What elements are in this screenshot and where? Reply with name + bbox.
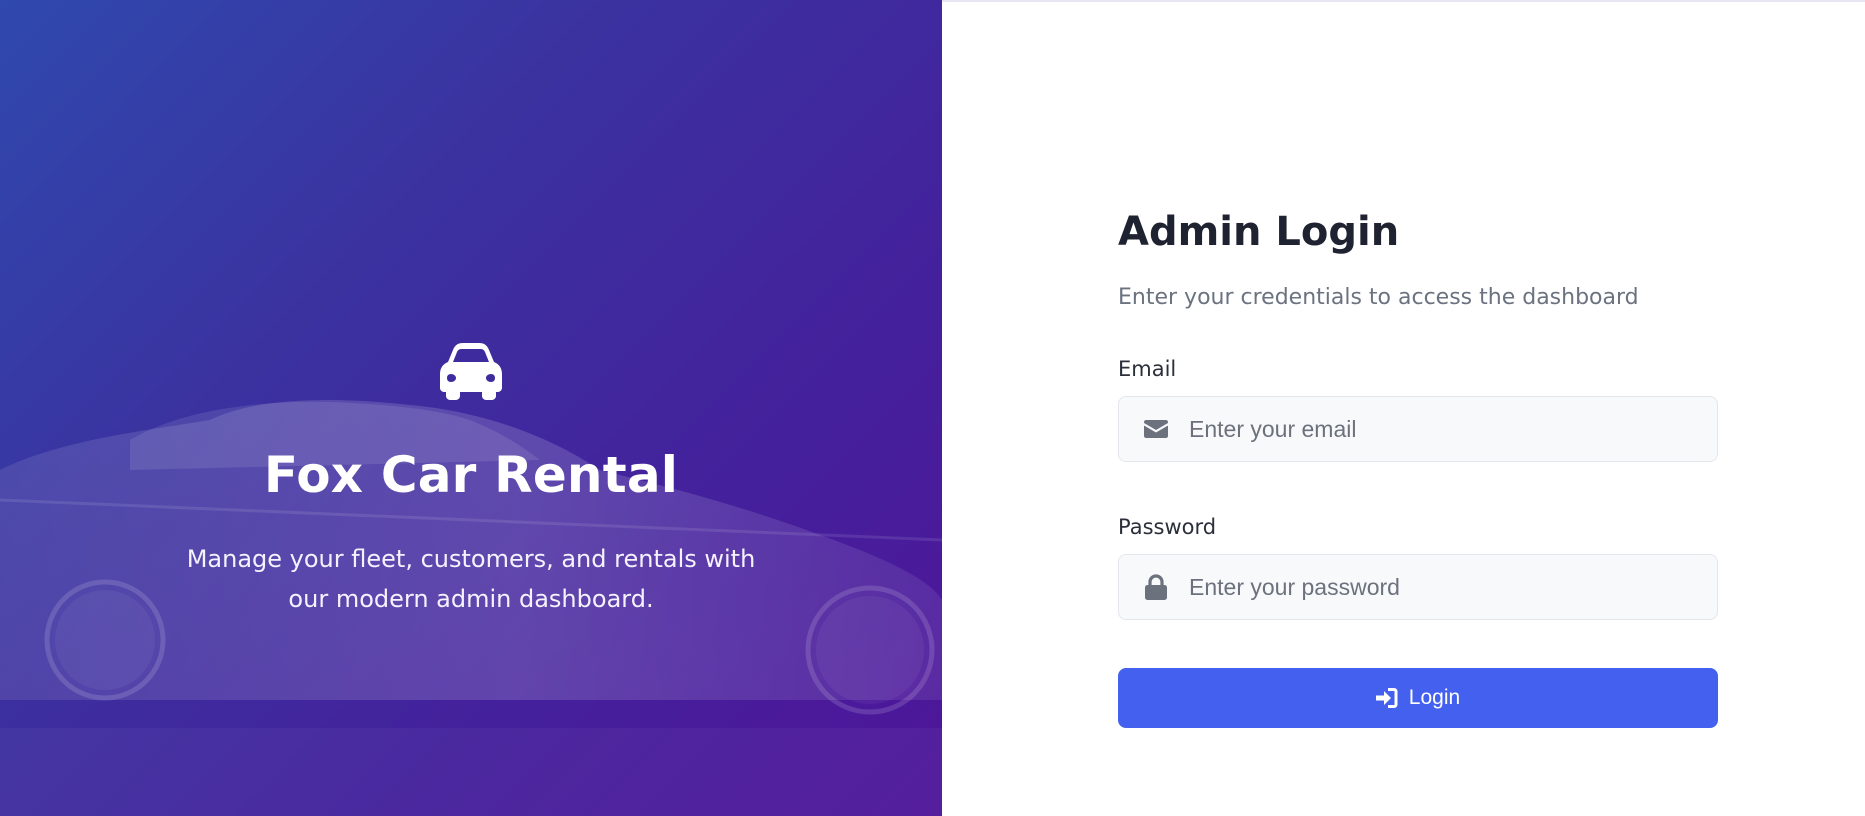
login-button[interactable]: Login <box>1118 668 1718 728</box>
lock-icon <box>1143 574 1169 600</box>
hero-content: Fox Car Rental Manage your fleet, custom… <box>0 0 942 816</box>
login-subtitle: Enter your credentials to access the das… <box>1118 285 1639 310</box>
password-field-group: Password <box>1118 512 1718 620</box>
login-form: Admin Login Enter your credentials to ac… <box>1118 204 1718 728</box>
envelope-icon <box>1143 416 1169 442</box>
top-divider <box>942 0 1865 2</box>
email-input[interactable] <box>1189 399 1709 459</box>
login-panel: Admin Login Enter your credentials to ac… <box>942 0 1865 816</box>
login-page: Fox Car Rental Manage your fleet, custom… <box>0 0 1865 816</box>
email-label: Email <box>1118 357 1177 381</box>
hero-panel: Fox Car Rental Manage your fleet, custom… <box>0 0 942 816</box>
login-title: Admin Login <box>1118 209 1400 255</box>
login-button-label: Login <box>1408 686 1461 709</box>
car-icon <box>440 343 502 400</box>
password-input[interactable] <box>1189 557 1709 617</box>
password-label: Password <box>1118 515 1217 539</box>
brand-title: Fox Car Rental <box>263 446 679 504</box>
brand-tagline: Manage your fleet, customers, and rental… <box>186 545 756 613</box>
password-input-wrapper[interactable] <box>1118 554 1718 620</box>
email-input-wrapper[interactable] <box>1118 396 1718 462</box>
sign-in-icon <box>1375 688 1398 708</box>
email-field-group: Email <box>1118 354 1718 462</box>
